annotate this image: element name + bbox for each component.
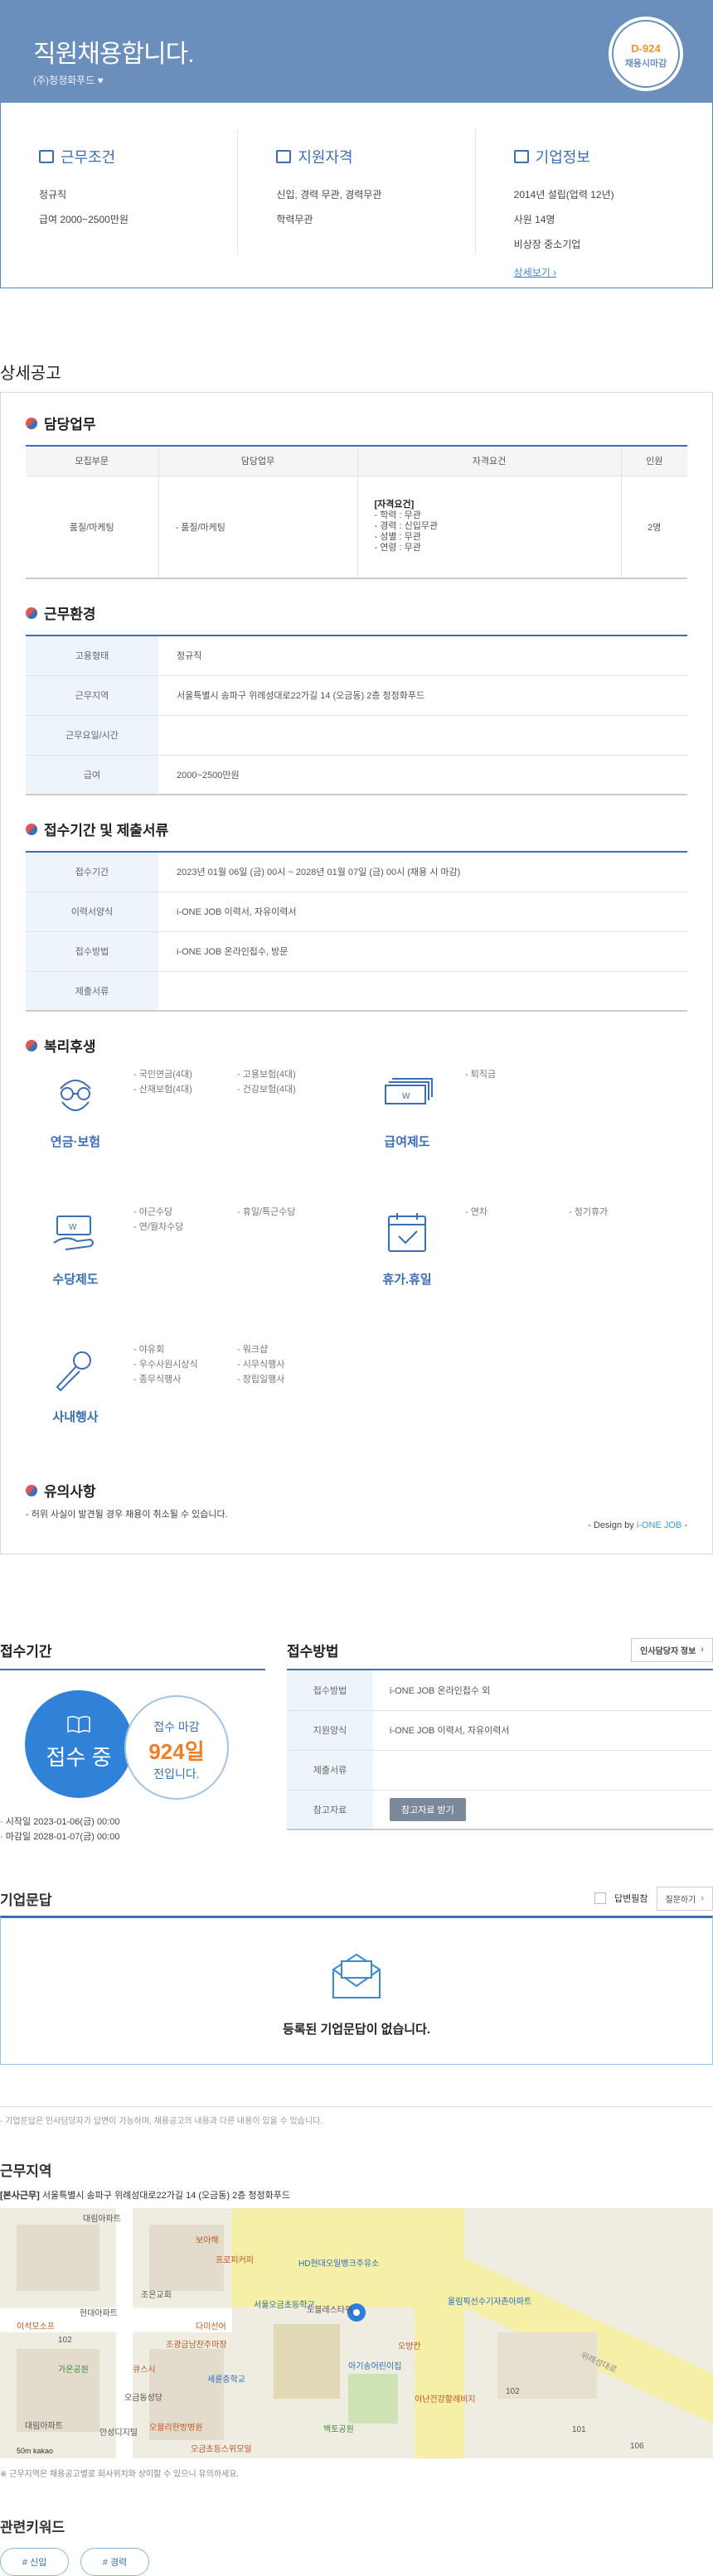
table-row: 이력서양식 i-ONE JOB 이력서, 자유이력서 [26,892,687,932]
table-row: 참고자료 참고자료 받기 [287,1790,713,1830]
table-row: 제출서류 [26,971,687,1012]
hr-info-button[interactable]: 인사담당자 정보 › [631,1637,713,1662]
download-ref-button[interactable]: 참고자료 받기 [390,1797,466,1821]
money-hand-icon: W [53,1216,94,1250]
duty-title: 담당업무 [26,413,687,433]
table-row: 지원양식 i-ONE JOB 이력서, 자유이력서 [287,1710,713,1751]
table-row: 품질/마케팅 - 품질/마케팅 [자격요건] - 학력 : 무관 - 경력 : … [26,476,687,578]
keyword-tag[interactable]: # 신입 [0,2548,70,2576]
summary-qualification: 지원자격 신입, 경력 무관, 경력무관 학력무관 [237,129,474,254]
calendar-icon [276,150,292,163]
job-header: 직원채용합니다. (주)청정화푸드 ♥ D-924 채용시마감 [0,0,713,103]
table-row: 접수기간 2023년 01월 06일 (금) 00시 ~ 2028년 01월 07… [26,852,687,892]
keyword-section: 관련키워드 # 신입 # 경력 [0,2516,713,2576]
qna-section: 기업문답 답변필참 질문하기 › 등록된 기업문답이 없습니다. - 기업문답은 … [0,1886,713,2126]
detail-section-title: 상세공고 [0,365,61,383]
table-row: 근무지역 서울특별시 송파구 위례성대로22가길 14 (오금동) 2층 청정화푸… [26,675,687,716]
apply-title: 접수기간 및 제출서류 [26,819,687,839]
ask-button[interactable]: 질문하기 › [656,1886,713,1911]
welfare-item: W 급여제도 - 퇴직금 [357,1067,689,1182]
document-icon [39,150,54,163]
welfare-item: 연금·보험 - 국민연금(4대) - 고용보험(4대) - 산재보험(4대) -… [50,1070,296,1149]
job-title: 직원채용합니다. [33,41,195,68]
svg-text:50m kakao: 50m kakao [17,2447,53,2455]
welfare-title: 복리후생 [26,1035,687,1056]
microphone-icon [56,1351,91,1392]
map-image: 위례성대로 50m kakao [0,2208,713,2458]
method-panel: 접수방법 인사담당자 정보 › 접수방법 i-ONE JOB 온라인접수 외 지원양… [287,1637,713,1844]
job-summary: 근무조건 정규직 급여 2000~2500만원 지원자격 신입, 경력 무관, … [0,103,713,288]
bullet-icon [26,1039,37,1051]
bullet-icon [26,607,37,619]
bullet-icon [26,1484,37,1496]
money-stack-icon: W [385,1078,433,1104]
svg-text:W: W [402,1092,410,1101]
bullet-icon [26,823,37,835]
welfare-grid: 연금·보험 - 국민연금(4대) - 고용보험(4대) - 산재보험(4대) -… [26,1067,687,1457]
table-row: 접수방법 i-ONE JOB 온라인접수, 방문 [26,931,687,972]
detail-section: 담당업무 모집부문 담당업무 자격요건 인원 품질/마케팅 - 품질/마케팅 [… [0,392,713,1554]
summary-company: 기업정보 2014년 설립(업력 12년) 사원 14명 비상장 중소기업 상세… [474,129,712,278]
qna-empty-box: 등록된 기업문답이 없습니다. [0,1916,713,2065]
dday-badge: D-924 채용시마감 [612,20,680,88]
apply-table: 접수기간 2023년 01월 06일 (금) 00시 ~ 2028년 01월 07… [26,851,687,1012]
location-section: 근무지역 [본사근무] 서울특별시 송파구 위례성대로22가길 14 (오금동)… [0,2159,713,2479]
status-circle: 접수 중 [25,1690,133,1798]
table-row: 고용형태 정규직 [26,636,687,676]
welfare-item: 사내행사 - 야유회 - 워크샵 - 우수사원시상식 - 시무식행사 - 종무식… [26,1342,357,1457]
company-detail-link[interactable]: 상세보기 › [514,265,557,279]
book-icon [67,1715,90,1733]
table-row: 근무요일/시간 [26,715,687,756]
table-row: 제출서류 [287,1750,713,1791]
env-title: 근무환경 [26,602,687,623]
design-credit: - Design by i-ONE JOB - [588,1520,687,1530]
answered-checkbox[interactable] [594,1892,607,1904]
company-name: (주)청정화푸드 ♥ [33,75,104,86]
welfare-item: 휴가.휴일 - 연차 - 정기휴가 [357,1205,689,1319]
calendar-check-icon [388,1213,426,1252]
caution-block: 유의사항 - 허위 사실이 발견될 경우 채용이 취소될 수 있습니다. [26,1484,228,1520]
summary-conditions: 근무조건 정규직 급여 2000~2500만원 [39,149,129,225]
envelope-icon [332,1953,381,1998]
apply-info: 접수기간 접수 중 접수 마감 924일 전입니다. · 시작일 2023-01… [0,1637,713,1844]
period-panel: 접수기간 접수 중 접수 마감 924일 전입니다. · 시작일 2023-01… [0,1637,265,1844]
duty-table: 모집부문 담당업무 자격요건 인원 품질/마케팅 - 품질/마케팅 [자격요건]… [26,445,687,579]
bullet-icon [26,417,37,429]
chevron-right-icon: › [701,1645,704,1655]
welfare-item: W 수당제도 - 야근수당 - 휴일/특근수당 - 연/월차수당 [26,1205,357,1319]
svg-text:W: W [69,1223,77,1232]
dday-circle: 접수 마감 924일 전입니다. [124,1695,229,1800]
heart-icon[interactable]: ♥ [98,75,104,86]
table-row: 접수방법 i-ONE JOB 온라인접수 외 [287,1670,713,1711]
method-table: 접수방법 i-ONE JOB 온라인접수 외 지원양식 i-ONE JOB 이력서,… [287,1670,713,1830]
table-row: 급여 2000~2500만원 [26,755,687,795]
env-table: 고용형태 정규직 근무지역 서울특별시 송파구 위례성대로22가길 14 (오금동)… [26,635,687,795]
header-banner: 직원채용합니다. (주)청정화푸드 ♥ D-924 채용시마감 [0,0,713,88]
building-icon [513,150,529,163]
keyword-tag[interactable]: # 경력 [80,2548,150,2576]
map[interactable]: 위례성대로 50m kakao 대림아파트 보아해 프로피커피 HD현대오일뱅크… [0,2208,713,2458]
chevron-right-icon: › [701,1893,704,1903]
glasses-person-icon [60,1080,91,1111]
